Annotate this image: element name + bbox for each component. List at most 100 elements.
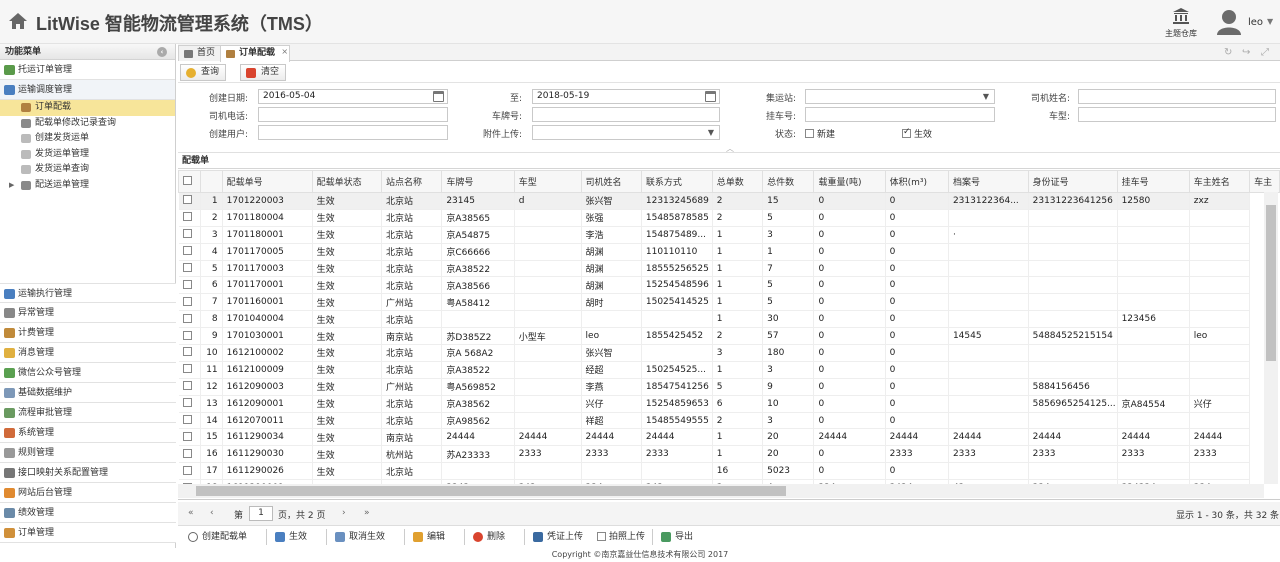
clear-button[interactable]: 清空: [240, 64, 287, 81]
checkbox[interactable]: [182, 364, 192, 374]
column-header[interactable]: 车主: [1249, 170, 1280, 193]
table-row[interactable]: 5 1701170003 生效 北京站 京A38522 胡渊 18555256525 1 7 0 0: [178, 260, 1280, 278]
status-active-checkbox[interactable]: 生效: [902, 127, 932, 140]
tab-order-stowage[interactable]: 订单配载 ×: [220, 44, 291, 62]
sidebar-group-approval[interactable]: 流程审批管理: [0, 403, 176, 423]
refresh-icon[interactable]: ↻: [1224, 47, 1232, 58]
table-row[interactable]: 16 1611290030 生效 杭州站 苏A23333 2333 2333 2333 1 20 0…: [178, 445, 1280, 464]
first-page-icon[interactable]: «: [188, 508, 194, 518]
column-header[interactable]: 总单数: [711, 170, 764, 193]
checkbox[interactable]: [805, 129, 814, 138]
checkbox[interactable]: [182, 347, 192, 357]
select-all-checkbox[interactable]: [178, 170, 201, 193]
table-row[interactable]: 6 1701170001 生效 北京站 京A38566 胡渊 15254548596 1 5 0 0: [178, 276, 1280, 295]
column-header[interactable]: 车主姓名: [1188, 170, 1251, 193]
table-row[interactable]: 14 1612070011 生效 北京站 京A98562 祥超 15485549555 2 3 0…: [178, 412, 1280, 430]
row-checkbox[interactable]: [178, 243, 201, 261]
checkbox[interactable]: [182, 246, 192, 256]
column-header[interactable]: 档案号: [947, 170, 1029, 193]
row-checkbox[interactable]: [178, 192, 201, 210]
page-input[interactable]: 1: [249, 506, 273, 521]
table-row[interactable]: 12 1612090003 生效 广州站 粤A569852 李燕 18547541256 5 9…: [178, 378, 1280, 396]
user-menu[interactable]: leo ▼: [1216, 9, 1278, 37]
prev-page-icon[interactable]: ‹: [210, 508, 214, 518]
table-row[interactable]: 4 1701170005 生效 北京站 京C66666 胡渊 110110110 1 1 0 0: [178, 243, 1280, 261]
sidebar-item-waybill-manage[interactable]: 发货运单管理: [0, 147, 175, 163]
checkbox[interactable]: [182, 195, 192, 205]
sidebar-group-dispatch[interactable]: 运输调度管理: [0, 80, 175, 100]
home-icon[interactable]: [8, 12, 28, 30]
checkbox[interactable]: [182, 398, 192, 408]
close-icon[interactable]: ×: [281, 44, 288, 59]
scroll-thumb[interactable]: [196, 486, 786, 496]
row-checkbox[interactable]: [178, 445, 201, 464]
row-checkbox[interactable]: [178, 395, 201, 413]
sidebar-group-billing[interactable]: 计费管理: [0, 323, 176, 343]
column-header[interactable]: 挂车号: [1116, 170, 1190, 193]
hub-select[interactable]: ▼: [805, 89, 995, 104]
next-page-icon[interactable]: ›: [342, 508, 346, 518]
driver-name-input[interactable]: [1078, 89, 1276, 104]
sidebar-group-wechat[interactable]: 微信公众号管理: [0, 363, 176, 383]
checkbox[interactable]: [182, 330, 192, 340]
table-row[interactable]: 7 1701160001 生效 广州站 粤A58412 胡时 15025414525 1 5 0 0: [178, 293, 1280, 312]
table-row[interactable]: 15 1611290034 生效 南京站 24444 24444 24444 24444 1 20…: [178, 428, 1280, 447]
column-header[interactable]: 联系方式: [640, 170, 713, 193]
sidebar-group-execution[interactable]: 运输执行管理: [0, 283, 176, 303]
table-row[interactable]: 2 1701180004 生效 北京站 京A38565 张强 15485878585 2 5 0 0: [178, 209, 1280, 227]
column-header[interactable]: 总件数: [762, 170, 815, 193]
row-checkbox[interactable]: [178, 344, 201, 362]
last-page-icon[interactable]: »: [364, 508, 370, 518]
checkbox[interactable]: [182, 263, 192, 272]
create-stowage-button[interactable]: 创建配载单: [188, 529, 247, 545]
sidebar-group-website-admin[interactable]: 网站后台管理: [0, 483, 176, 503]
row-checkbox[interactable]: [178, 293, 201, 312]
checkbox[interactable]: [182, 381, 192, 391]
row-checkbox[interactable]: [178, 462, 201, 481]
column-header[interactable]: 车牌号: [441, 170, 515, 193]
row-checkbox[interactable]: [178, 361, 201, 379]
table-row[interactable]: 1 1701220003 生效 北京站 23145 d 张兴智 12313245689 2 15 0…: [178, 192, 1280, 210]
column-header[interactable]: 配载单号: [221, 170, 313, 193]
horizontal-scrollbar[interactable]: [178, 484, 1264, 498]
checkbox[interactable]: [597, 532, 606, 541]
checkbox[interactable]: [182, 296, 192, 306]
column-header[interactable]: 载重量(吨): [813, 170, 886, 193]
sidebar-item-create-waybill[interactable]: 创建发货运单: [0, 131, 175, 147]
row-checkbox[interactable]: [178, 428, 201, 447]
sidebar-group-rules[interactable]: 规则管理: [0, 443, 176, 463]
sidebar-group-system[interactable]: 系统管理: [0, 423, 176, 443]
row-checkbox[interactable]: [178, 378, 201, 396]
activate-button[interactable]: 生效: [266, 529, 307, 545]
table-row[interactable]: 11 1612100009 生效 北京站 京A38522 经超 150254525... 1 3…: [178, 361, 1280, 379]
row-checkbox[interactable]: [178, 226, 201, 244]
row-checkbox[interactable]: [178, 276, 201, 295]
calendar-icon[interactable]: [705, 91, 716, 102]
checkbox[interactable]: [182, 279, 192, 289]
row-checkbox[interactable]: [178, 412, 201, 430]
expand-arrow-icon[interactable]: ▶: [9, 178, 14, 194]
create-user-input[interactable]: [258, 125, 448, 140]
table-row[interactable]: 17 1611290026 生效 北京站 16 5023 0 0: [178, 462, 1280, 481]
scroll-thumb[interactable]: [1266, 205, 1276, 361]
sidebar-item-waybill-query[interactable]: 发货运单查询: [0, 162, 175, 178]
trailer-input[interactable]: [805, 107, 995, 122]
column-header[interactable]: 站点名称: [380, 170, 443, 193]
create-date-to-input[interactable]: 2018-05-19: [532, 89, 720, 104]
checkbox[interactable]: [182, 415, 192, 425]
vehicle-type-input[interactable]: [1078, 107, 1276, 122]
upload-voucher-button[interactable]: 凭证上传: [524, 529, 583, 545]
column-header[interactable]: 配载单状态: [311, 170, 383, 193]
table-row[interactable]: 3 1701180001 生效 北京站 京A54875 李浩 154875489... 1 3 0…: [178, 226, 1280, 244]
sidebar-group-performance[interactable]: 绩效管理: [0, 503, 176, 523]
delete-button[interactable]: 删除: [464, 529, 505, 545]
sidebar-group-interface-mapping[interactable]: 接口映射关系配置管理: [0, 463, 176, 483]
sidebar-item-stowage-history[interactable]: 配载单修改记录查询: [0, 116, 175, 132]
vertical-scrollbar[interactable]: [1264, 192, 1278, 484]
table-row[interactable]: 9 1701030001 生效 南京站 苏D385Z2 小型车 leo 1855425452 2…: [178, 327, 1280, 346]
tab-home[interactable]: 首页: [178, 45, 223, 61]
sidebar-item-delivery-waybill[interactable]: ▶ 配送运单管理: [0, 178, 175, 194]
table-row[interactable]: 8 1701040004 生效 北京站 1 30 0 0 123456: [178, 310, 1280, 329]
checkbox[interactable]: [182, 229, 192, 239]
fullscreen-icon[interactable]: ⤢: [1261, 47, 1269, 58]
